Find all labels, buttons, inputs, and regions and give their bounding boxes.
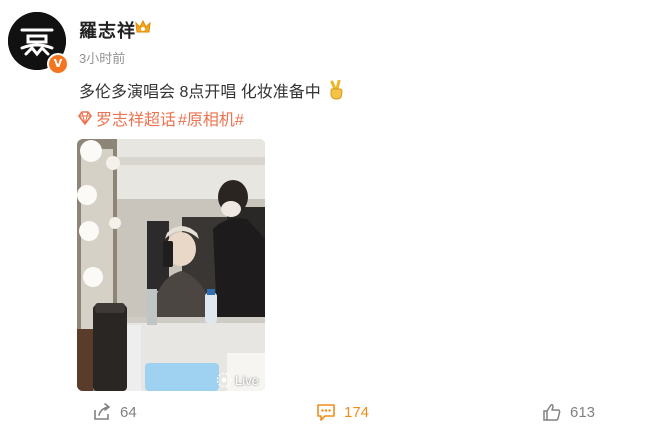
post-text: 多伦多演唱会 8点开唱 化妆准备中 bbox=[79, 84, 321, 101]
post-photo[interactable] bbox=[77, 139, 265, 391]
post-text-line: 多伦多演唱会 8点开唱 化妆准备中 bbox=[79, 78, 345, 102]
victory-hand-icon bbox=[330, 80, 343, 100]
super-topic-link[interactable]: 罗志祥超话 bbox=[96, 106, 176, 130]
comment-icon bbox=[317, 404, 335, 421]
verified-badge: V bbox=[47, 53, 69, 75]
post-timestamp[interactable]: 3小时前 bbox=[79, 48, 125, 67]
backstage-mirror-image bbox=[77, 139, 265, 391]
comment-count: 174 bbox=[344, 403, 370, 421]
live-photo-icon bbox=[216, 372, 232, 388]
fan-rank-crown-icon[interactable] bbox=[133, 17, 153, 37]
live-photo-badge[interactable]: Live bbox=[216, 372, 259, 388]
username[interactable]: 羅志祥 bbox=[79, 17, 136, 43]
topic-line: 罗志祥超话 #原相机# bbox=[77, 106, 244, 130]
hashtag-link[interactable]: #原相机# bbox=[178, 106, 244, 130]
like-count: 613 bbox=[570, 403, 596, 421]
thumbs-up-icon bbox=[543, 404, 561, 421]
comment-button[interactable]: 174 bbox=[316, 400, 369, 424]
share-button[interactable]: 64 bbox=[92, 400, 137, 424]
like-button[interactable]: 613 bbox=[542, 400, 595, 424]
super-topic-diamond-icon bbox=[78, 111, 92, 125]
share-icon bbox=[94, 403, 111, 420]
live-label: Live bbox=[235, 372, 259, 388]
share-count: 64 bbox=[120, 403, 137, 421]
